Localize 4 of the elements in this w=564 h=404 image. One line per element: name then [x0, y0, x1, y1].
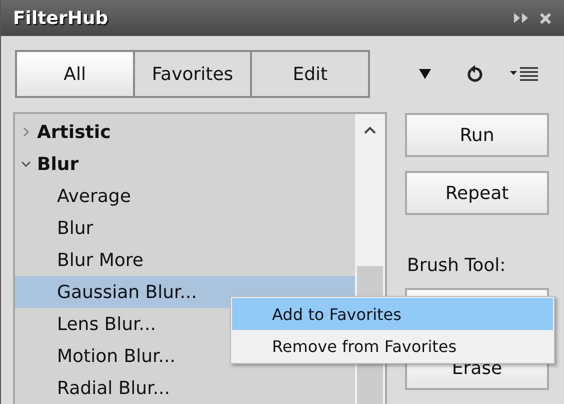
category-label: Artistic	[37, 122, 111, 142]
category-label: Blur	[37, 154, 79, 174]
window-title: FilterHub	[13, 8, 110, 28]
brush-tool-label: Brush Tool:	[407, 255, 507, 276]
